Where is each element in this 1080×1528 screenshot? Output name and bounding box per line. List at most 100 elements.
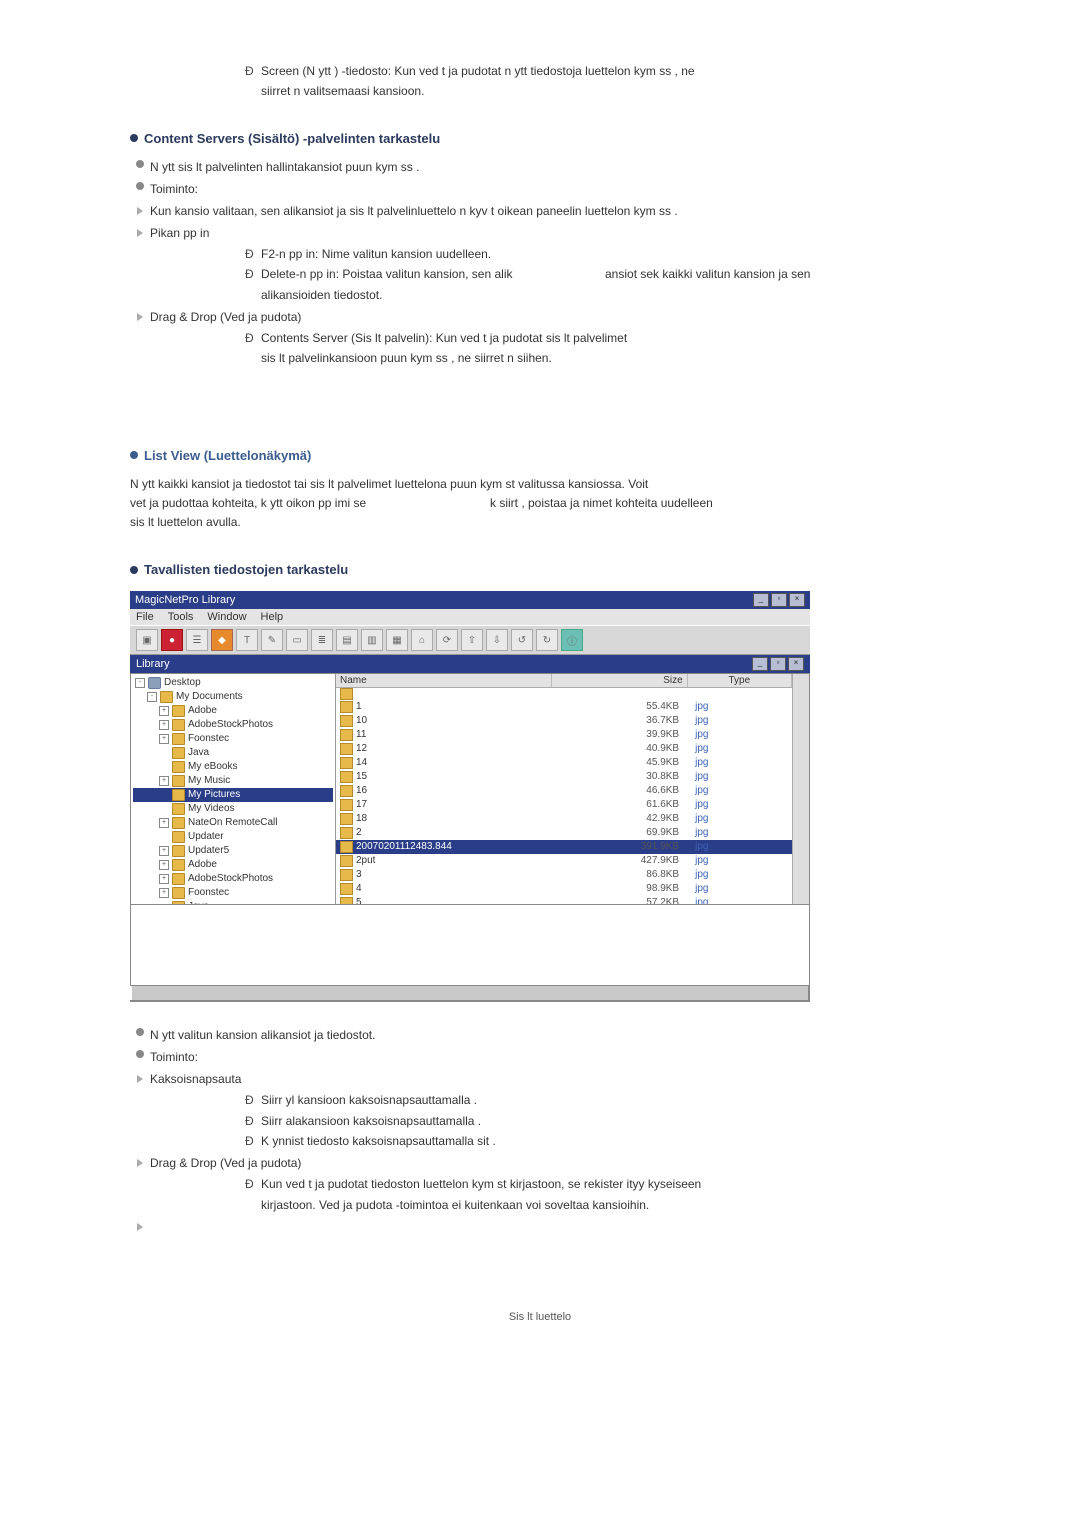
col-type[interactable]: Type	[688, 674, 792, 687]
tree-item[interactable]: Java	[133, 900, 333, 904]
tree-item[interactable]: -My Documents	[133, 690, 333, 704]
list-row[interactable]: 1139.9KBjpg	[336, 728, 792, 742]
file-size	[550, 688, 689, 700]
file-name: 20070201112483.844	[356, 840, 452, 854]
tree-item[interactable]: +NateOn RemoteCall	[133, 816, 333, 830]
list-row[interactable]: 557.2KBjpg	[336, 896, 792, 904]
tree-item[interactable]: Updater	[133, 830, 333, 844]
list-row[interactable]: 498.9KBjpg	[336, 882, 792, 896]
toolbar-btn[interactable]: ✎	[261, 629, 283, 651]
library-screenshot: MagicNetPro Library _ ▫ × File Tools Win…	[130, 591, 810, 1002]
menu-tools[interactable]: Tools	[168, 611, 194, 623]
list-row[interactable]: 1761.6KBjpg	[336, 798, 792, 812]
list-body[interactable]: 155.4KBjpg1036.7KBjpg1139.9KBjpg1240.9KB…	[336, 688, 792, 904]
file-icon	[340, 743, 353, 755]
list-row[interactable]: 1842.9KBjpg	[336, 812, 792, 826]
list-row[interactable]: 1646.6KBjpg	[336, 784, 792, 798]
maximize-button[interactable]: ▫	[771, 593, 787, 607]
list-row[interactable]: 269.9KBjpg	[336, 826, 792, 840]
toolbar-btn[interactable]: ⌂	[411, 629, 433, 651]
file-type: jpg	[689, 868, 792, 882]
after-line-1: N ytt valitun kansion alikansiot ja tied…	[130, 1026, 950, 1044]
toolbar-btn[interactable]: ↺	[511, 629, 533, 651]
menubar: File Tools Window Help	[130, 609, 810, 625]
file-size: 86.8KB	[550, 868, 689, 882]
toolbar-btn[interactable]: ▭	[286, 629, 308, 651]
tree-item[interactable]: My Pictures	[133, 788, 333, 802]
toolbar-btn[interactable]: ↻	[536, 629, 558, 651]
tree-item[interactable]: My Videos	[133, 802, 333, 816]
toolbar-btn[interactable]: ☰	[186, 629, 208, 651]
cs-line-2c: Drag & Drop (Ved ja pudota)	[130, 308, 950, 326]
panel-min-button[interactable]: _	[752, 657, 768, 671]
bullet-dot-icon	[130, 566, 138, 574]
menu-file[interactable]: File	[136, 611, 154, 623]
folder-icon	[172, 733, 185, 745]
tree-item[interactable]: My eBooks	[133, 760, 333, 774]
toolbar-btn[interactable]: ⇧	[461, 629, 483, 651]
tree-item[interactable]: +My Music	[133, 774, 333, 788]
disc-bullet-icon	[136, 1050, 144, 1058]
toolbar-btn[interactable]: ▣	[136, 629, 158, 651]
panel-max-button[interactable]: ▫	[770, 657, 786, 671]
col-size[interactable]: Size	[552, 674, 688, 687]
toolbar-btn[interactable]: ◆	[211, 629, 233, 651]
tree-item-label: Foonstec	[188, 732, 229, 746]
col-name[interactable]: Name	[336, 674, 552, 687]
file-icon	[340, 855, 353, 867]
toolbar-btn[interactable]: ⟳	[436, 629, 458, 651]
cs-line-2b: Pikan pp in	[130, 224, 950, 242]
file-icon	[340, 688, 353, 700]
toolbar-btn[interactable]: ●	[161, 629, 183, 651]
toolbar-btn[interactable]: ⓘ	[561, 629, 583, 651]
list-row[interactable]: 386.8KBjpg	[336, 868, 792, 882]
toolbar-btn[interactable]: ▤	[336, 629, 358, 651]
tree-item[interactable]: +Adobe	[133, 858, 333, 872]
heading-content-servers: Content Servers (Sisältö) -palvelinten t…	[130, 131, 950, 146]
tree-item[interactable]: +AdobeStockPhotos	[133, 872, 333, 886]
panel-close-button[interactable]: ×	[788, 657, 804, 671]
tree-item[interactable]: +Updater5	[133, 844, 333, 858]
folder-tree[interactable]: -Desktop-My Documents+Adobe+AdobeStockPh…	[131, 674, 336, 904]
heading-tavallisten: Tavallisten tiedostojen tarkastelu	[130, 562, 950, 577]
list-row[interactable]: 2put427.9KBjpg	[336, 854, 792, 868]
list-row[interactable]	[336, 688, 792, 700]
list-row[interactable]: 1445.9KBjpg	[336, 756, 792, 770]
tree-item[interactable]: +Adobe	[133, 704, 333, 718]
menu-window[interactable]: Window	[207, 611, 246, 623]
tree-item[interactable]: +AdobeStockPhotos	[133, 718, 333, 732]
tree-item-label: Adobe	[188, 704, 217, 718]
list-row[interactable]: 1240.9KBjpg	[336, 742, 792, 756]
toolbar-btn[interactable]: ▦	[386, 629, 408, 651]
list-row[interactable]: 155.4KBjpg	[336, 700, 792, 714]
toolbar-btn[interactable]: ⇩	[486, 629, 508, 651]
file-size: 46.6KB	[550, 784, 689, 798]
file-type: jpg	[689, 770, 792, 784]
tree-item-label: Foonstec	[188, 886, 229, 900]
file-size: 57.2KB	[550, 896, 689, 904]
minimize-button[interactable]: _	[753, 593, 769, 607]
file-type: jpg	[689, 896, 792, 904]
close-button[interactable]: ×	[789, 593, 805, 607]
toolbar-btn[interactable]: ▥	[361, 629, 383, 651]
cs-line-2a: Kun kansio valitaan, sen alikansiot ja s…	[130, 202, 950, 220]
tree-item[interactable]: +Foonstec	[133, 886, 333, 900]
toolbar-btn[interactable]: T	[236, 629, 258, 651]
list-row[interactable]: 20070201112483.844391.9KBjpg	[336, 840, 792, 854]
file-name: 10	[356, 714, 367, 728]
after-line-2a: Kaksoisnapsauta	[130, 1070, 950, 1088]
disc-bullet-icon	[136, 1028, 144, 1036]
list-row[interactable]: 1530.8KBjpg	[336, 770, 792, 784]
bullet-dot-icon	[130, 134, 138, 142]
file-name: 12	[356, 742, 367, 756]
tree-item[interactable]: +Foonstec	[133, 732, 333, 746]
file-icon	[340, 813, 353, 825]
tree-item[interactable]: Java	[133, 746, 333, 760]
tree-item[interactable]: -Desktop	[133, 676, 333, 690]
menu-help[interactable]: Help	[261, 611, 284, 623]
vertical-scrollbar[interactable]	[792, 674, 809, 904]
toolbar-btn[interactable]: ≣	[311, 629, 333, 651]
explorer-pane: -Desktop-My Documents+Adobe+AdobeStockPh…	[130, 673, 810, 905]
file-size: 30.8KB	[550, 770, 689, 784]
list-row[interactable]: 1036.7KBjpg	[336, 714, 792, 728]
